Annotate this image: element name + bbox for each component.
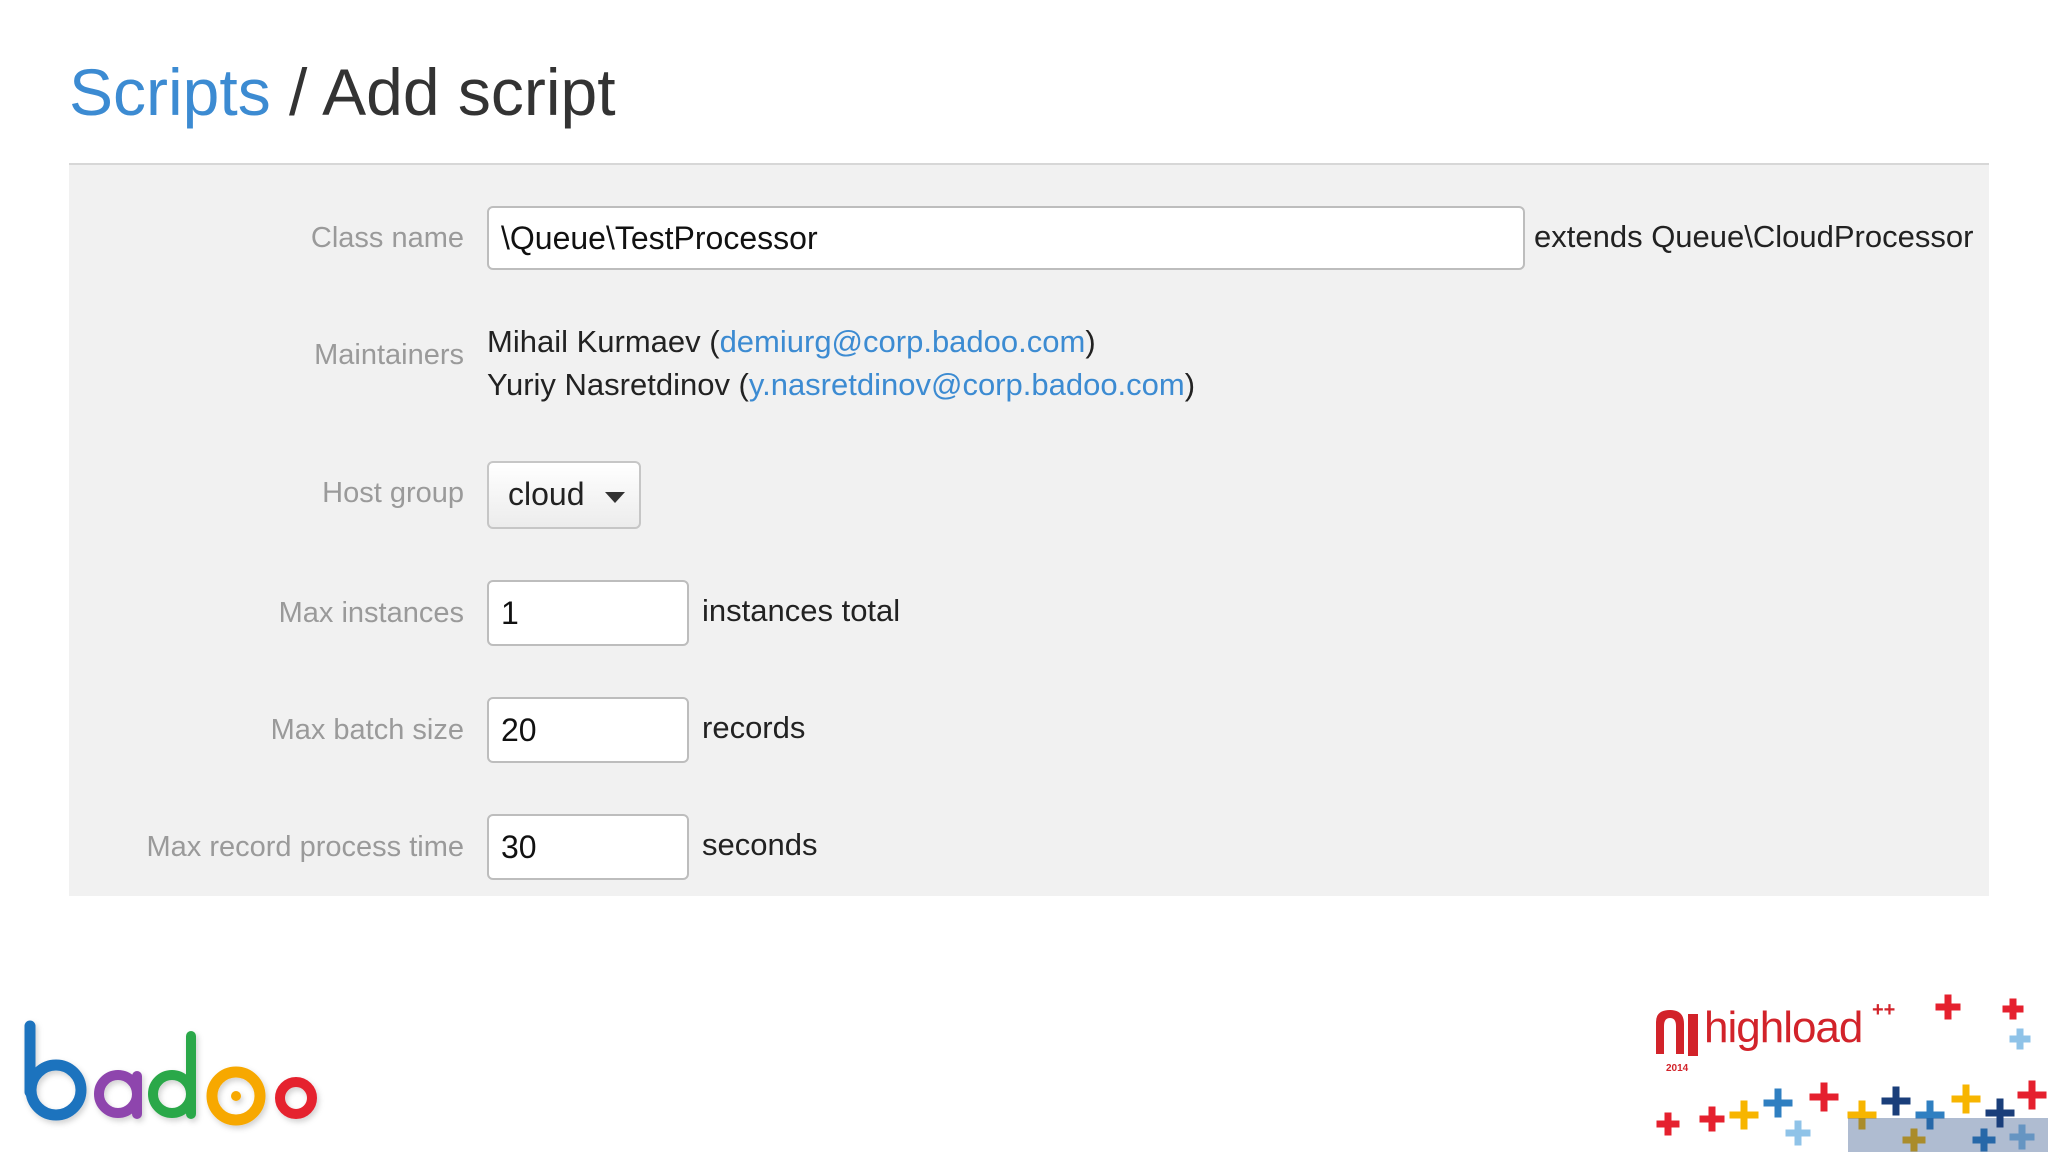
class-name-extends-text: extends Queue\CloudProcessor [1534, 219, 1974, 254]
host-group-label: Host group [322, 477, 464, 509]
max-record-process-time-label: Max record process time [146, 831, 465, 863]
class-name-label: Class name [310, 222, 464, 254]
max-record-process-time-unit: seconds [702, 827, 818, 862]
host-group-select[interactable]: cloud [487, 461, 641, 529]
max-record-process-time-input[interactable] [487, 814, 689, 880]
svg-text:2014: 2014 [1666, 1063, 1689, 1074]
max-instances-label: Max instances [278, 597, 464, 629]
maintainers-label: Maintainers [314, 339, 464, 371]
badoo-logo [24, 1020, 317, 1126]
page-title: Scripts / Add script [69, 52, 616, 132]
maintainer-1: Mihail Kurmaev (demiurg@corp.badoo.com) [487, 324, 1096, 360]
max-instances-input[interactable] [487, 580, 689, 646]
host-group-selected-value: cloud [508, 476, 585, 512]
maintainer-2: Yuriy Nasretdinov (y.nasretdinov@corp.ba… [487, 367, 1195, 403]
maintainer-name: Yuriy Nasretdinov ( [487, 367, 749, 402]
max-batch-size-label: Max batch size [270, 714, 464, 746]
breadcrumb-separator: / [270, 55, 323, 129]
svg-text:highload: highload [1704, 1003, 1862, 1052]
max-instances-unit: instances total [702, 593, 901, 628]
svg-text:++: ++ [1872, 999, 1895, 1021]
highload-mark-icon: 2014 highload ++ [1656, 994, 2048, 1152]
breadcrumb-current: Add script [322, 55, 616, 129]
class-name-input[interactable] [487, 206, 1525, 270]
maintainer-name: Mihail Kurmaev ( [487, 324, 720, 359]
breadcrumb-scripts-link[interactable]: Scripts [69, 55, 271, 129]
max-batch-size-unit: records [702, 710, 806, 745]
caret-down-icon [605, 492, 625, 503]
maintainer-paren: ) [1184, 367, 1196, 402]
maintainer-email-link[interactable]: y.nasretdinov@corp.badoo.com [749, 367, 1185, 402]
maintainer-email-link[interactable]: demiurg@corp.badoo.com [720, 324, 1086, 359]
form-panel [69, 165, 1989, 896]
highload-logo: 2014 highload ++ [1648, 992, 2048, 1157]
maintainer-paren: ) [1085, 324, 1096, 359]
max-batch-size-input[interactable] [487, 697, 689, 763]
